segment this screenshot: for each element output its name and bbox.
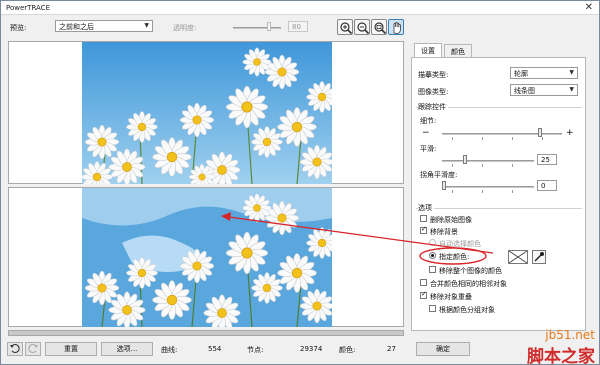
colors-label: 颜色: — [339, 346, 356, 354]
colors-value: 27 — [387, 345, 396, 353]
curves-value: 554 — [208, 345, 222, 353]
nodes-label: 节点: — [247, 346, 264, 354]
reset-button[interactable]: 重置 — [45, 342, 97, 356]
annotation-arrow-head — [221, 212, 231, 221]
annotation-overlay — [221, 212, 494, 265]
watermark-brand: 脚本之家 — [527, 347, 595, 365]
watermark-site: jb51.net — [545, 328, 595, 342]
powertrace-window: PowerTRACE ✕ 预览: 之前和之后 ▼ 透明度: 80 设置 颜色 描… — [0, 0, 600, 365]
undo-button[interactable] — [7, 342, 23, 356]
redo-button[interactable] — [25, 342, 41, 356]
options-button[interactable]: 选项... — [101, 342, 153, 356]
curves-label: 曲线: — [161, 346, 178, 354]
redo-icon — [28, 343, 38, 354]
annotation-arrow-line — [228, 216, 494, 254]
undo-icon — [10, 343, 20, 354]
nodes-value: 29374 — [300, 345, 323, 353]
ok-button[interactable]: 确定 — [416, 342, 470, 356]
